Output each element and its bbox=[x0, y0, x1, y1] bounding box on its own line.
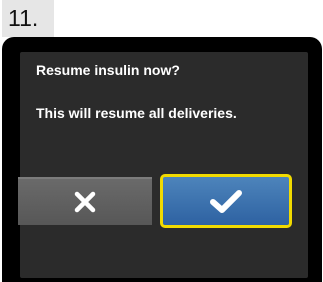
dialog-panel: Resume insulin now? This will resume all… bbox=[20, 52, 308, 278]
close-icon bbox=[74, 191, 96, 213]
cancel-button[interactable] bbox=[18, 177, 152, 225]
step-number: 11. bbox=[2, 0, 54, 37]
confirm-button[interactable] bbox=[160, 174, 292, 228]
dialog-message: This will resume all deliveries. bbox=[36, 105, 237, 121]
dialog-title: Resume insulin now? bbox=[36, 62, 180, 78]
checkmark-icon bbox=[210, 190, 242, 213]
